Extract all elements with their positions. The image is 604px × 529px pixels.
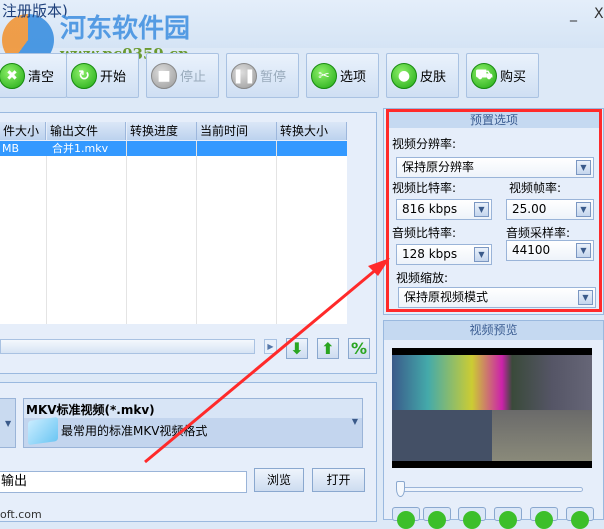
annotation-arrow — [144, 258, 390, 464]
